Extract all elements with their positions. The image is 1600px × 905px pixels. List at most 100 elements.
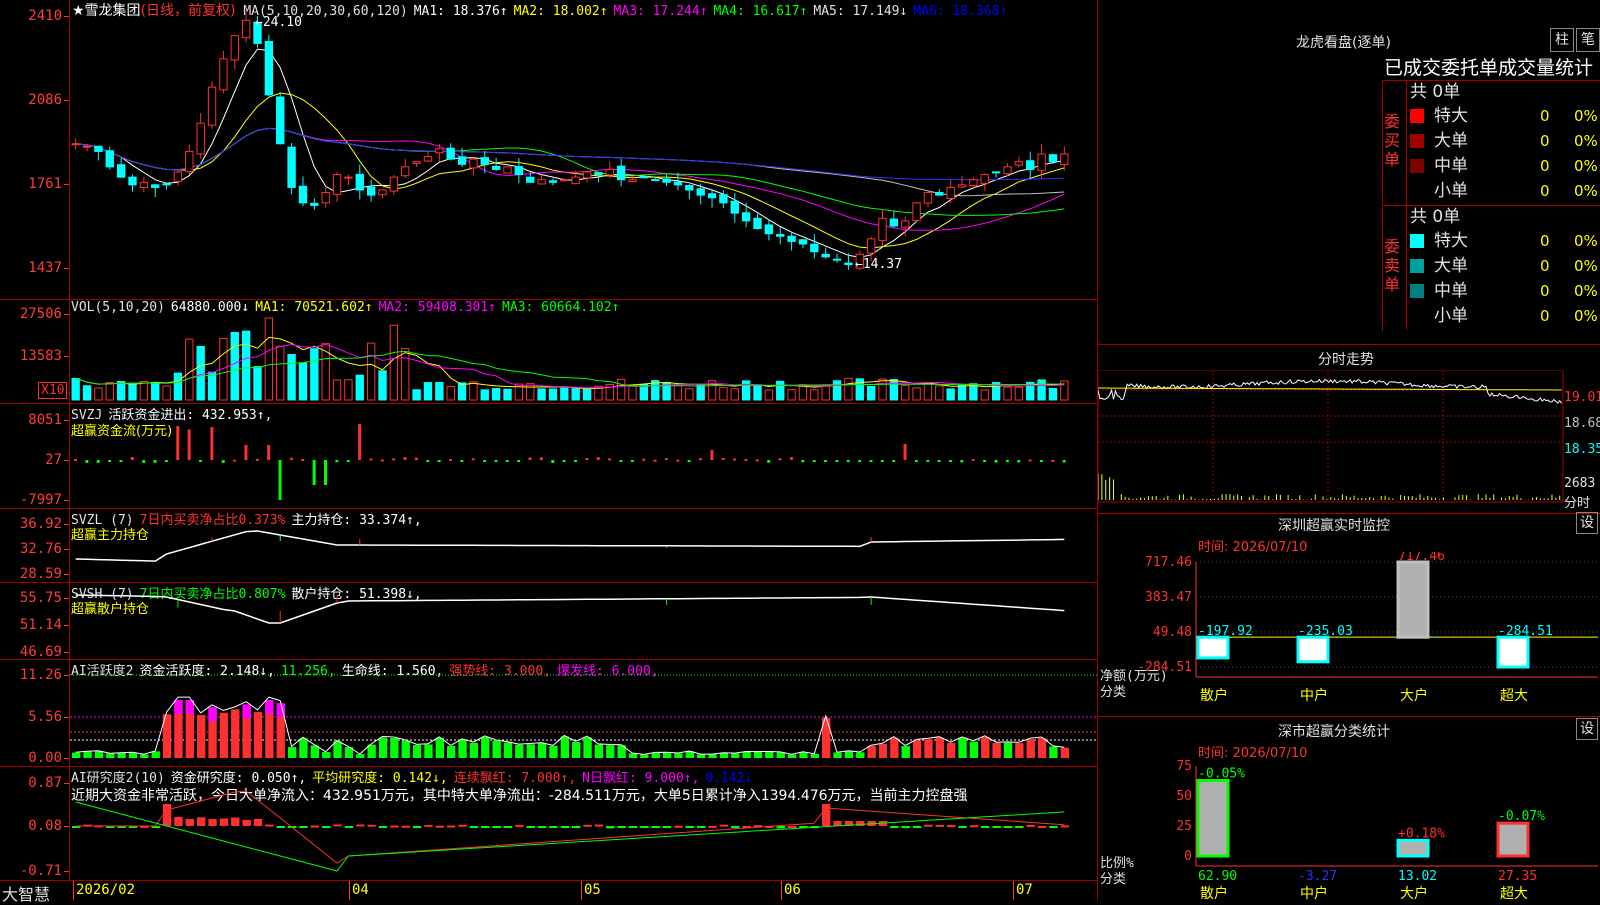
ai-research-bar bbox=[628, 826, 638, 828]
ai-active-bar bbox=[583, 737, 592, 758]
volume-bar bbox=[537, 388, 546, 401]
sell-order-label: 委卖单 bbox=[1384, 237, 1401, 294]
volume-bar bbox=[196, 345, 205, 401]
ai-active-bar bbox=[549, 745, 558, 758]
ai-research-bar bbox=[242, 819, 251, 826]
volume-bar bbox=[980, 389, 989, 401]
svzj-bar bbox=[710, 450, 714, 460]
vol-axis-label: 27506 bbox=[19, 306, 62, 322]
svzj-bar bbox=[517, 460, 521, 462]
candle-body bbox=[844, 262, 853, 266]
lhb-pct: 0% bbox=[1574, 282, 1598, 300]
candle-body bbox=[332, 174, 342, 195]
volume-bar bbox=[264, 317, 274, 401]
ai-research-bar bbox=[481, 826, 490, 828]
buy-order-label: 委买单 bbox=[1384, 112, 1401, 169]
ai-research-bar bbox=[583, 824, 592, 827]
svzj-chart[interactable] bbox=[70, 404, 1097, 509]
tick-mode-button[interactable]: 笔 bbox=[1576, 28, 1600, 52]
candle-body bbox=[94, 145, 103, 152]
ai-research-bar bbox=[208, 819, 217, 826]
volume-bar bbox=[832, 380, 842, 401]
sz-class-chart[interactable]: 75 50 25 0 62.90 -0.05% 散户 -3.27中户 13.02 +0.18% 大户… bbox=[1098, 756, 1600, 900]
svzj-bar bbox=[789, 457, 793, 460]
ai-active-bar bbox=[810, 753, 819, 758]
ai-active-bar bbox=[231, 709, 240, 758]
price-axis-label: 1761 bbox=[28, 176, 62, 192]
svsh-panel[interactable]: SVSH (7) 7日内买卖净占比0.807% 散户持仓: 51.398↓, 超赢散… bbox=[0, 583, 1097, 660]
ai-active-chart[interactable] bbox=[70, 660, 1097, 767]
sz-monitor-category: 超大 bbox=[1500, 688, 1528, 704]
ma-line bbox=[75, 127, 1065, 197]
ai-research-chart[interactable] bbox=[70, 767, 1097, 881]
vol-axis-label: 13583 bbox=[19, 348, 62, 364]
svzj-bar bbox=[608, 458, 612, 461]
candle-body bbox=[173, 171, 183, 182]
candle-body bbox=[969, 179, 978, 187]
svzj-bar bbox=[733, 458, 737, 461]
sz-class-category: 散户 bbox=[1200, 885, 1228, 900]
candle-body bbox=[832, 258, 842, 261]
date-label: 2026/02 bbox=[76, 882, 136, 898]
svzl-axis-label: 36.92 bbox=[19, 516, 62, 532]
sz-class-bar bbox=[1496, 821, 1530, 858]
svzj-panel[interactable]: SVZJ 活跃资金进出: 432.953↑, 超赢资金流(万元) 8051 27 -7… bbox=[0, 404, 1097, 509]
ai-research-bar bbox=[776, 826, 785, 829]
lhb-col-divider bbox=[1406, 80, 1407, 330]
intraday-vol: 2683 bbox=[1564, 476, 1596, 491]
volume-bar bbox=[1048, 387, 1058, 401]
sz-class-value-label: 27.35 bbox=[1498, 869, 1537, 884]
price-panel[interactable]: ★雪龙集团(日线，前复权) MA(5,10,20,30,60,120) MA1: … bbox=[0, 0, 1097, 300]
svzl-panel[interactable]: SVZL (7) 7日内买卖净占比0.373% 主力持仓: 33.374↑, 超赢主… bbox=[0, 509, 1097, 583]
candle-body bbox=[957, 184, 967, 188]
volume-panel[interactable]: VOL(5,10,20) 64880.000↓ MA1: 70521.602↑ MA2… bbox=[0, 300, 1097, 404]
date-tick bbox=[73, 881, 74, 900]
ai-active-bar bbox=[992, 742, 1001, 758]
ai-research-bar bbox=[662, 826, 672, 828]
bar-mode-button[interactable]: 柱 bbox=[1550, 28, 1574, 52]
candle-body bbox=[901, 220, 910, 228]
svzj-bar bbox=[744, 458, 748, 461]
candle-body bbox=[298, 185, 308, 204]
lhb-name: 特大 bbox=[1434, 106, 1468, 126]
sz-class-settings-button[interactable]: 设 bbox=[1576, 718, 1598, 740]
svzj-bar bbox=[164, 460, 168, 462]
candlestick-chart[interactable]: ←24.10 ←14.37 bbox=[70, 0, 1097, 300]
right-sidebar: 龙虎看盘(逐单) 柱 笔 已成交委托单成交量统计 委买单 委卖单 共 0单 特大… bbox=[1098, 0, 1600, 900]
svzj-bar bbox=[903, 444, 907, 460]
volume-chart[interactable] bbox=[70, 300, 1097, 404]
lhb-row: 中单 0 0% bbox=[1410, 279, 1600, 303]
svzj-bar bbox=[1017, 460, 1021, 463]
ai-active-bar bbox=[662, 752, 672, 758]
candle-body bbox=[128, 176, 137, 186]
candle-body bbox=[264, 40, 274, 96]
svsh-chart[interactable] bbox=[70, 583, 1097, 660]
candle-body bbox=[571, 176, 580, 185]
intraday-chart[interactable] bbox=[1098, 370, 1600, 512]
lhb-pct: 0% bbox=[1574, 257, 1598, 275]
svzj-bar bbox=[142, 460, 146, 463]
volume-bar bbox=[901, 384, 910, 401]
ai-research-bar bbox=[594, 824, 604, 827]
svzj-bar bbox=[755, 459, 759, 462]
lhb-row: 小单 0 0% bbox=[1410, 179, 1600, 203]
ai-active-panel[interactable]: AI活跃度2 资金活跃度: 2.148↓, 11.256, 生命线: 1.560, 强势… bbox=[0, 660, 1097, 767]
volume-bar bbox=[844, 377, 853, 401]
ai-research-bar bbox=[253, 818, 263, 826]
ai-research-panel[interactable]: AI研究度2(10) 资金研究度: 0.050↑, 平均研究度: 0.142↓, 连续… bbox=[0, 767, 1097, 881]
ai-research-bar bbox=[912, 826, 922, 828]
candle-body bbox=[821, 253, 830, 258]
main-chart-area[interactable]: ★雪龙集团(日线，前复权) MA(5,10,20,30,60,120) MA1: … bbox=[0, 0, 1098, 904]
svzj-bar bbox=[437, 460, 441, 462]
sz-class-bar bbox=[1196, 779, 1230, 858]
ai-research-bar bbox=[708, 825, 717, 828]
ai-active-bar bbox=[287, 747, 297, 758]
svzl-chart[interactable] bbox=[70, 509, 1097, 583]
lhb-row: 特大 0 0% bbox=[1410, 104, 1600, 128]
sz-monitor-chart[interactable]: 717.46 383.47 49.48 -284.51 -197.92 散户 -235.03… bbox=[1098, 552, 1600, 714]
sz-monitor-settings-button[interactable]: 设 bbox=[1576, 512, 1598, 534]
candle-body bbox=[469, 158, 478, 169]
svzj-bar bbox=[801, 460, 805, 463]
candle-body bbox=[594, 172, 603, 176]
axis-line bbox=[69, 300, 70, 403]
